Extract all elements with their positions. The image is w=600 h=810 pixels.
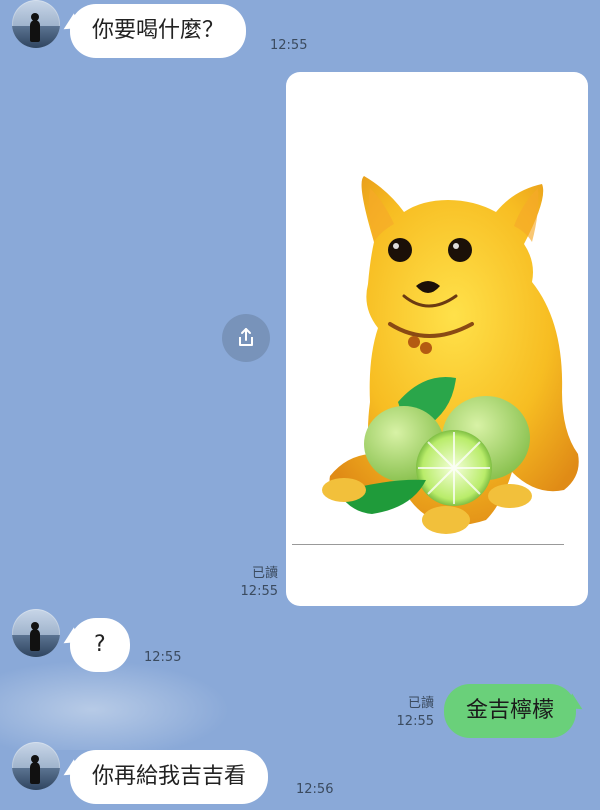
contact-avatar[interactable] <box>12 0 60 48</box>
message-text: 你要喝什麼？ <box>92 18 225 43</box>
message-meta: 已讀 12:55 <box>388 695 434 731</box>
contact-avatar[interactable] <box>12 609 60 657</box>
read-receipt: 已讀 <box>251 566 278 581</box>
message-text: ? <box>94 632 106 657</box>
background-texture <box>0 660 230 750</box>
message-timestamp: 12:55 <box>396 714 434 729</box>
message-text: 你再給我吉吉看 <box>92 764 247 789</box>
read-receipt: 已讀 <box>407 696 434 711</box>
chat-thread: 你要喝什麼？ 12:55 已讀 12:55 ? 12:55 已讀 12:55 金… <box>0 0 600 810</box>
message-timestamp: 12:55 <box>240 584 278 599</box>
outgoing-message[interactable]: 金吉檸檬 <box>444 684 577 738</box>
dog-lime-image[interactable] <box>286 72 588 606</box>
image-separator <box>292 544 564 545</box>
message-timestamp: 12:55 <box>270 38 308 53</box>
incoming-message[interactable]: 你要喝什麼？ <box>70 4 247 58</box>
message-timestamp: 12:56 <box>296 782 334 797</box>
incoming-message[interactable]: ? <box>70 618 130 672</box>
message-timestamp: 12:55 <box>144 650 182 665</box>
message-meta: 已讀 12:55 <box>232 565 278 601</box>
share-icon <box>239 328 253 346</box>
share-button[interactable] <box>222 314 270 362</box>
incoming-message[interactable]: 你再給我吉吉看 <box>70 750 269 804</box>
message-text: 金吉檸檬 <box>466 698 555 723</box>
contact-avatar[interactable] <box>12 742 60 790</box>
image-message[interactable] <box>286 72 588 606</box>
